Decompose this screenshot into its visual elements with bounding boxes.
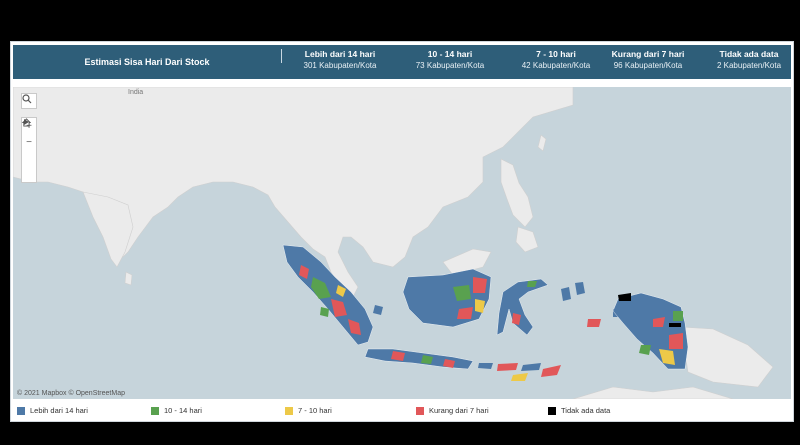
sri-lanka (124, 271, 133, 286)
header-title: Estimasi Sisa Hari Dari Stock (84, 57, 210, 67)
legend-item[interactable]: Tidak ada data (548, 406, 610, 415)
legend-label: Tidak ada data (561, 406, 611, 415)
play-icon (24, 119, 29, 125)
legend-item[interactable]: 7 - 10 hari (285, 406, 332, 415)
australia (572, 386, 734, 399)
legend-item[interactable]: 10 - 14 hari (151, 406, 202, 415)
map-legend: Lebih dari 14 hari 10 - 14 hari 7 - 10 h… (13, 402, 791, 420)
sulawesi (496, 278, 549, 336)
category-tidak-ada-data[interactable]: Tidak ada data 2 Kabupaten/Kota (705, 48, 793, 72)
dashboard-frame: Estimasi Sisa Hari Dari Stock Lebih dari… (10, 41, 794, 422)
legend-label: Lebih dari 14 hari (30, 406, 88, 415)
map-attribution[interactable]: © 2021 Mapbox © OpenStreetMap (17, 390, 125, 397)
category-label: 10 - 14 hari (427, 49, 473, 59)
play-button[interactable] (22, 119, 36, 182)
papua-new-guinea (680, 326, 774, 388)
summary-header: Estimasi Sisa Hari Dari Stock Lebih dari… (13, 45, 791, 79)
category-lebih-14[interactable]: Lebih dari 14 hari 301 Kabupaten/Kota (295, 48, 385, 72)
category-count: 2 Kabupaten/Kota (716, 61, 782, 70)
java (364, 348, 474, 370)
place-label-india: India (128, 89, 144, 96)
search-icon (22, 94, 32, 104)
category-label: Kurang dari 7 hari (611, 49, 685, 59)
header-divider (281, 49, 282, 63)
legend-label: Kurang dari 7 hari (429, 406, 489, 415)
category-count: 42 Kabupaten/Kota (521, 61, 591, 70)
category-kurang-7[interactable]: Kurang dari 7 hari 96 Kabupaten/Kota (603, 48, 693, 72)
category-label: 7 - 10 hari (536, 49, 576, 59)
category-label: Lebih dari 14 hari (304, 49, 376, 59)
search-map-button[interactable] (21, 93, 37, 109)
legend-label: 7 - 10 hari (298, 406, 332, 415)
category-count: 96 Kabupaten/Kota (613, 61, 683, 70)
zoom-out-button[interactable]: − (22, 134, 36, 150)
map-controls: + − (21, 117, 37, 183)
category-10-14[interactable]: 10 - 14 hari 73 Kabupaten/Kota (405, 48, 495, 72)
legend-swatch (151, 406, 159, 415)
legend-item[interactable]: Lebih dari 14 hari (17, 406, 88, 415)
category-count: 73 Kabupaten/Kota (415, 61, 485, 70)
category-7-10[interactable]: 7 - 10 hari 42 Kabupaten/Kota (511, 48, 601, 72)
reset-view-button[interactable] (22, 118, 36, 166)
legend-swatch (416, 406, 424, 415)
category-count: 301 Kabupaten/Kota (303, 61, 377, 70)
philippines (500, 158, 534, 228)
taiwan (537, 134, 547, 152)
map-canvas (13, 87, 774, 399)
papua (612, 292, 689, 370)
legend-label: 10 - 14 hari (164, 406, 202, 415)
legend-swatch (548, 406, 556, 415)
legend-item[interactable]: Kurang dari 7 hari (416, 406, 489, 415)
category-label: Tidak ada data (719, 49, 779, 59)
map-view[interactable]: India + − © 2021 Mapbox © OpenStreetMap (13, 87, 791, 399)
legend-swatch (285, 406, 293, 415)
legend-swatch (17, 406, 25, 415)
